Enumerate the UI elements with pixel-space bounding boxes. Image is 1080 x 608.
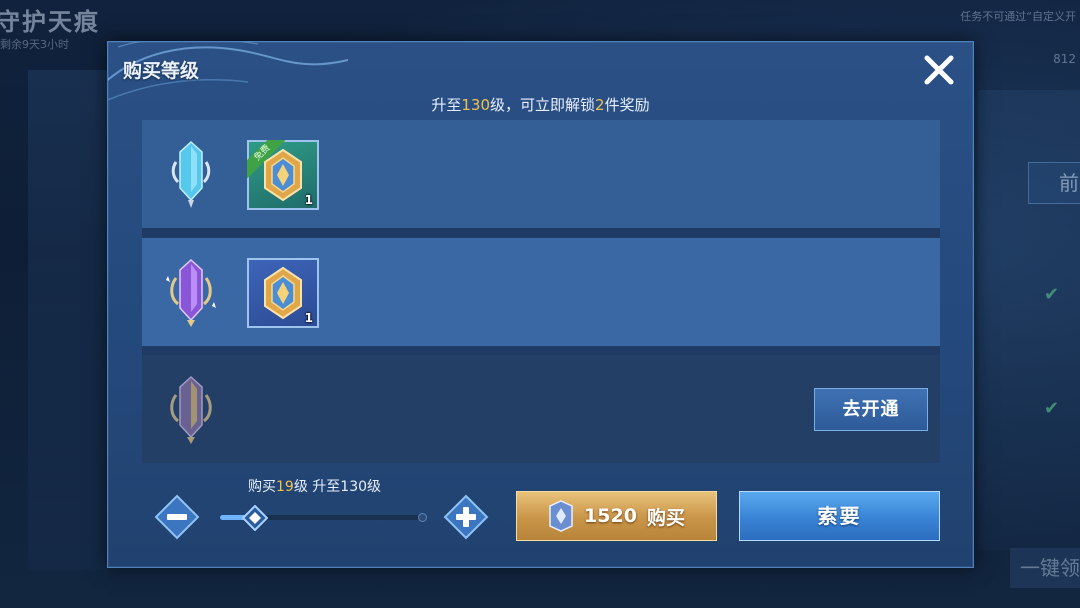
buy-button[interactable]: 1520 购买 (516, 491, 717, 541)
close-button[interactable] (919, 50, 959, 90)
slider-thumb-icon[interactable] (241, 505, 268, 531)
purchase-target-level: 130 (340, 479, 368, 495)
reward-row-locked: 去开通 (142, 355, 940, 463)
reward-item-card[interactable]: 免费 1 (247, 140, 319, 210)
reward-row-free: 免费 1 (142, 120, 940, 228)
purchase-info-mid: 级 升至 (293, 479, 341, 495)
slider-end-dot (418, 513, 427, 522)
reward-row-premium: 1 (142, 238, 940, 346)
background-go-button: 前 (1028, 162, 1080, 204)
free-badge-label: 免费 (247, 140, 285, 178)
item-quantity: 1 (304, 193, 313, 207)
background-subtitle: 剩余9天3小时 (0, 38, 69, 51)
background-panel-right (978, 90, 1080, 550)
coupon-icon (549, 500, 573, 532)
increase-level-button[interactable] (443, 494, 489, 540)
purchase-info-suffix: 级 (367, 479, 382, 495)
dialog-title: 购买等级 (123, 60, 200, 82)
unlock-summary: 升至130级，可立即解锁2件奖励 (108, 94, 973, 115)
go-activate-button[interactable]: 去开通 (814, 388, 928, 431)
purchase-level-count: 19 (276, 479, 294, 495)
summary-prefix: 升至 (431, 96, 462, 114)
free-badge: 免费 (247, 140, 285, 178)
buy-label: 购买 (646, 506, 685, 529)
request-gift-button[interactable]: 索要 (739, 491, 940, 541)
reward-item-card[interactable]: 1 (247, 258, 319, 328)
check-icon: ✔ (1044, 284, 1060, 305)
purchase-info-prefix: 购买 (248, 479, 276, 495)
level-slider[interactable] (220, 505, 427, 531)
close-icon (924, 55, 954, 85)
buy-price: 1520 (584, 505, 637, 527)
summary-count: 2 (595, 96, 605, 114)
free-tier-crystal-icon (171, 140, 211, 208)
background-tip: 任务不可通过“自定义开 (960, 10, 1076, 23)
background-title: 守护天痕 (0, 8, 100, 36)
buy-level-dialog: 购买等级 升至130级，可立即解锁2件奖励 免费 1 1 去开通 购买19级 升… (107, 41, 974, 568)
purchase-info: 购买19级 升至130级 (248, 476, 381, 496)
item-quantity: 1 (304, 311, 313, 325)
decrease-level-button[interactable] (154, 494, 200, 540)
premium-tier-crystal-icon (166, 258, 216, 327)
minus-icon (154, 494, 200, 540)
plus-icon (443, 494, 489, 540)
summary-level: 130 (461, 96, 491, 114)
row-divider (142, 228, 940, 238)
summary-mid: 级，可立即解锁 (490, 96, 596, 114)
locked-tier-crystal-icon (170, 375, 212, 444)
background-panel-left (28, 70, 108, 570)
background-number: 812 (1053, 52, 1076, 66)
summary-suffix: 件奖励 (604, 96, 650, 114)
background-claim-all-button: 一键领 (1010, 548, 1080, 588)
check-icon: ✔ (1044, 398, 1060, 419)
